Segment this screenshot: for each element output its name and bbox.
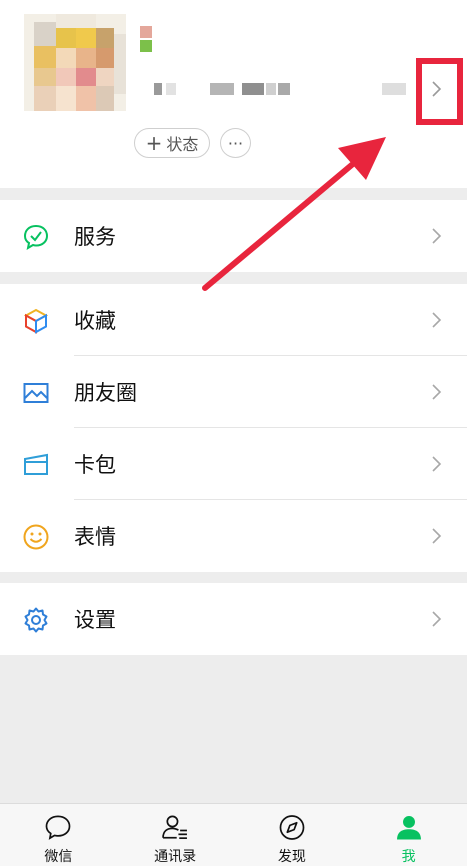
gear-icon — [24, 607, 48, 633]
menu-label-services: 服务 — [74, 225, 116, 249]
tab-contacts[interactable]: 通讯录 — [117, 804, 234, 866]
menu-label-moments: 朋友圈 — [74, 381, 137, 405]
main-menu-section: 收藏 朋友圈 卡包 表情 — [0, 284, 467, 572]
compass-icon — [279, 815, 305, 840]
chevron-right-icon — [432, 228, 442, 244]
menu-label-cards: 卡包 — [74, 453, 116, 477]
chevron-right-icon — [432, 384, 442, 400]
add-status-button[interactable]: + 状态 — [134, 128, 210, 158]
moments-image-icon — [23, 383, 49, 403]
more-dots-icon: ··· — [227, 133, 244, 153]
menu-item-settings[interactable]: 设置 — [0, 583, 467, 655]
menu-item-stickers[interactable]: 表情 — [0, 500, 467, 572]
tab-discover[interactable]: 发现 — [234, 804, 351, 866]
settings-section: 设置 — [0, 583, 467, 655]
plus-icon: + — [145, 131, 163, 155]
tab-me[interactable]: 我 — [350, 804, 467, 866]
menu-item-moments[interactable]: 朋友圈 — [0, 356, 467, 428]
chevron-right-icon — [432, 312, 442, 328]
chevron-right-icon — [432, 611, 442, 627]
tab-chats[interactable]: 微信 — [0, 804, 117, 866]
menu-label-settings: 设置 — [74, 608, 116, 632]
status-label: 状态 — [166, 135, 199, 154]
chevron-right-icon — [432, 528, 442, 544]
bottom-tab-bar: 微信 通讯录 发现 我 — [0, 803, 467, 866]
services-icon — [23, 224, 49, 251]
person-icon — [396, 815, 421, 840]
tab-label: 发现 — [277, 849, 306, 865]
more-options-button[interactable]: ··· — [220, 128, 251, 158]
favorites-cube-icon — [23, 308, 49, 334]
profile-header[interactable]: + 状态 ··· — [0, 0, 467, 188]
services-section: 服务 — [0, 200, 467, 272]
tab-label: 微信 — [44, 849, 73, 865]
menu-label-stickers: 表情 — [74, 525, 116, 549]
annotation-highlight-box — [416, 58, 463, 125]
chat-bubble-icon — [46, 815, 71, 840]
tab-label: 我 — [401, 849, 416, 865]
avatar[interactable] — [24, 14, 126, 111]
menu-item-services[interactable]: 服务 — [0, 200, 467, 272]
tab-label: 通讯录 — [154, 849, 197, 865]
wechat-id-blurred — [120, 83, 410, 97]
card-wallet-icon — [24, 453, 48, 475]
menu-item-cards[interactable]: 卡包 — [0, 428, 467, 500]
menu-item-favorites[interactable]: 收藏 — [0, 284, 467, 356]
menu-label-favorites: 收藏 — [74, 309, 116, 333]
contacts-icon — [162, 815, 188, 840]
chevron-right-icon — [432, 456, 442, 472]
smiley-icon — [23, 524, 49, 550]
